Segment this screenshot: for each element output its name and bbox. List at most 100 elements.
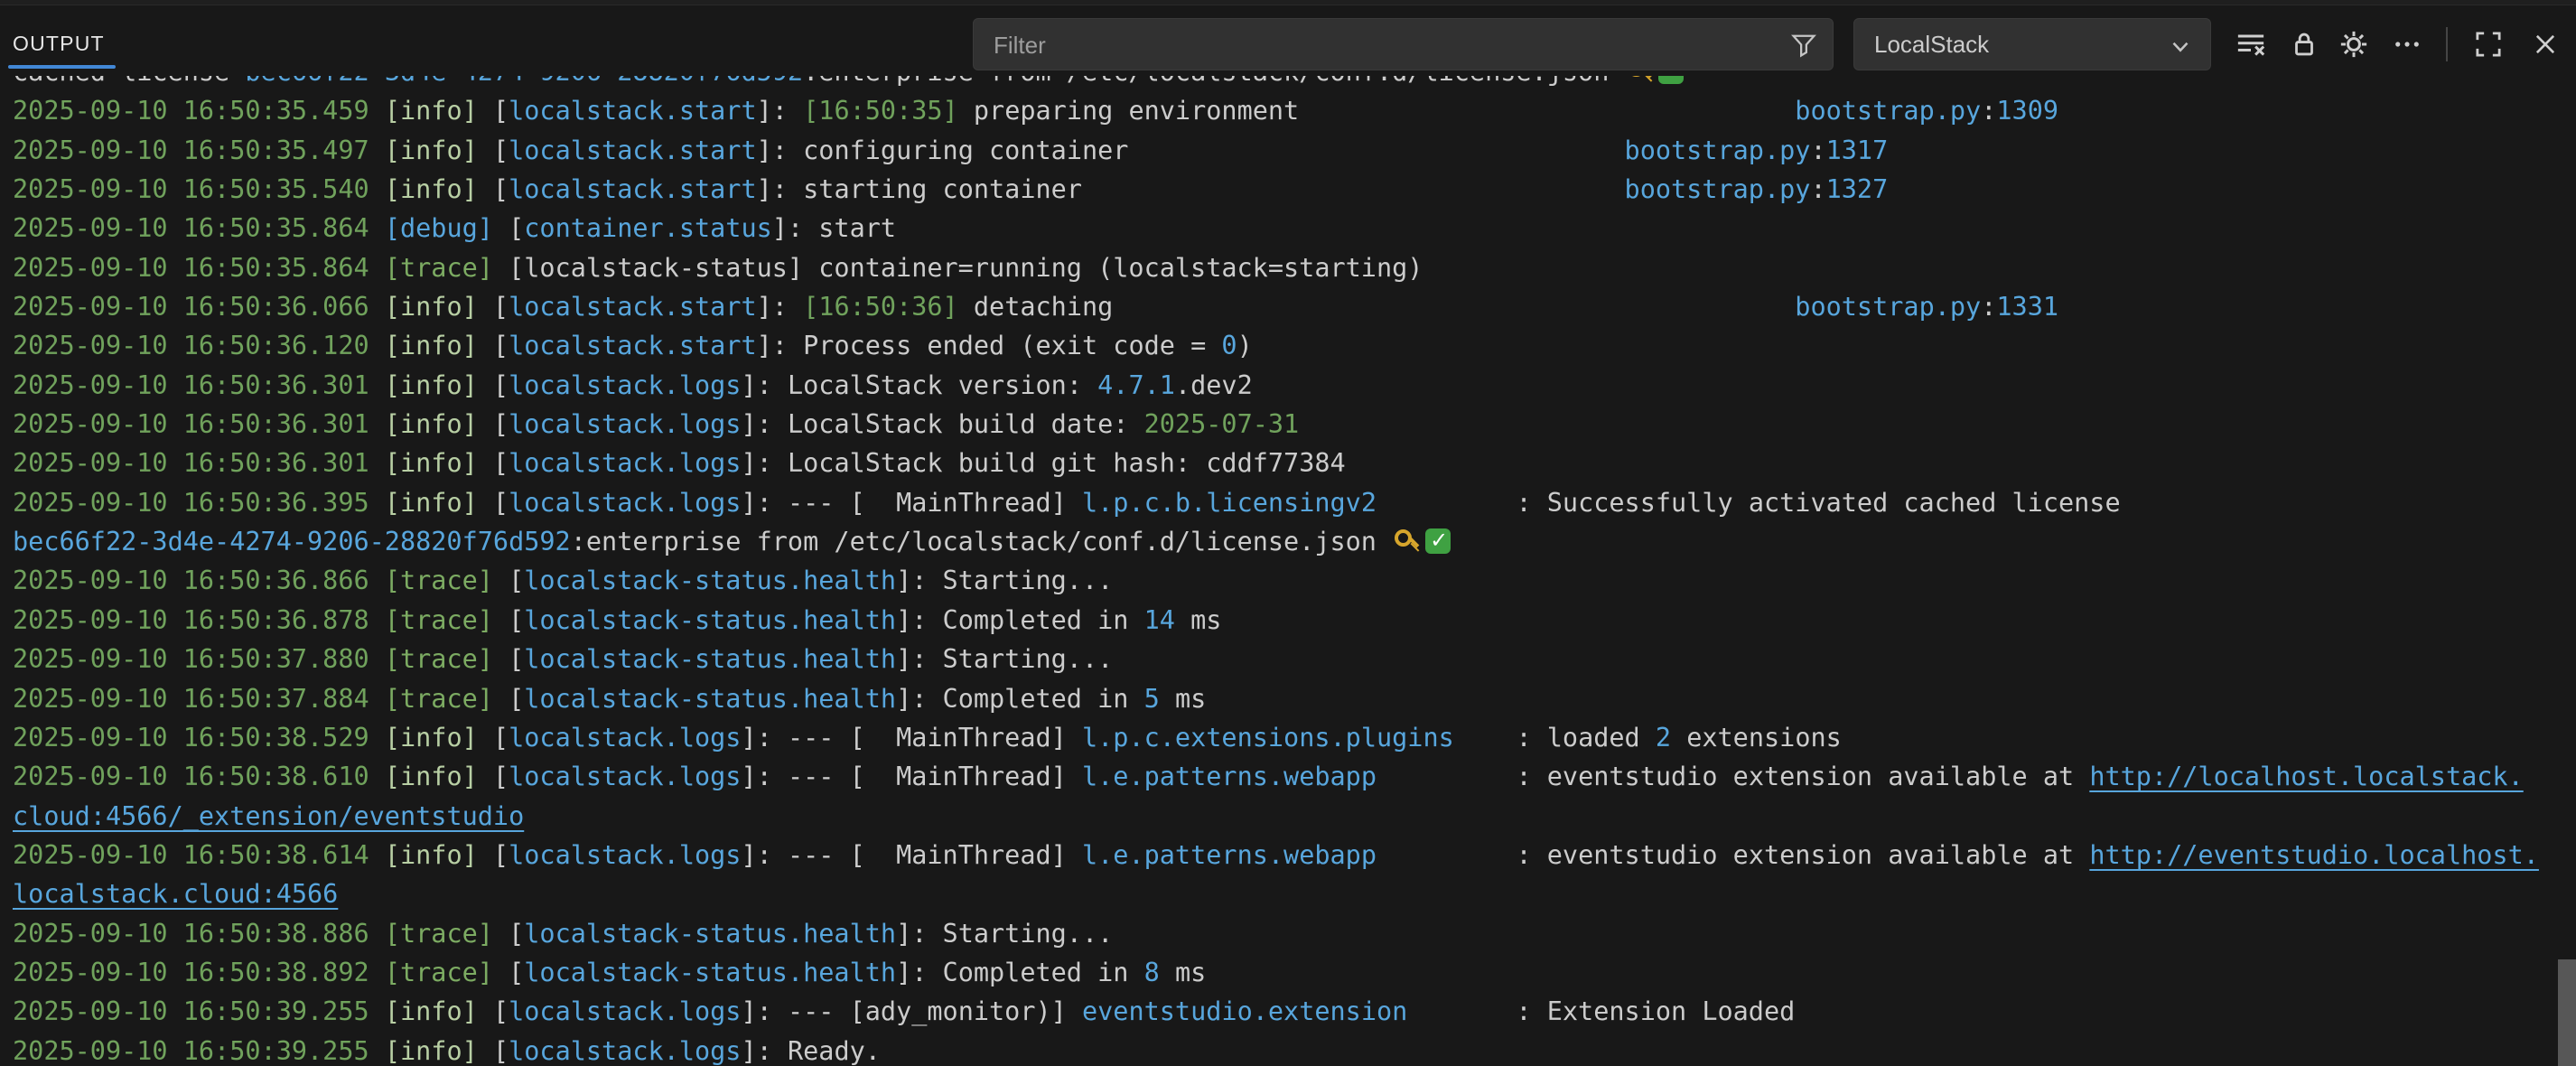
log-text: 2025-09-10 16:50:39.255 (13, 996, 385, 1026)
log-text: ]: (757, 96, 803, 126)
log-link[interactable]: http://eventstudio.localhost. (2089, 840, 2539, 870)
log-text: 2025-09-10 16:50:39.255 (13, 1036, 385, 1066)
maximize-panel-button[interactable] (2469, 24, 2508, 64)
log-link[interactable]: cloud:4566/_extension/eventstudio (13, 801, 524, 831)
log-text: ]: Starting... (896, 644, 1113, 674)
column-pad (1113, 292, 1795, 322)
log-text: 2025-07-31 (1144, 409, 1300, 439)
log-line: 2025-09-10 16:50:35.864 [trace] [localst… (13, 248, 2576, 287)
log-text: [info] (385, 762, 493, 791)
log-text: LocalStack build date: (788, 409, 1144, 439)
log-text: [info] (385, 96, 493, 126)
log-text: localstack.start (509, 174, 757, 204)
maximize-icon (2473, 29, 2504, 60)
log-line: 2025-09-10 16:50:37.884 [trace] [localst… (13, 679, 2576, 718)
panel-top-border (0, 0, 2576, 5)
channel-selected-value: LocalStack (1874, 31, 1989, 59)
log-line: 2025-09-10 16:50:38.529 [info] [localsta… (13, 718, 2576, 757)
log-text: 2025-09-10 16:50:35.497 (13, 136, 385, 165)
log-text: [info] (385, 1036, 493, 1066)
log-text: [ (493, 331, 509, 360)
log-line: 2025-09-10 16:50:35.497 [info] [localsta… (13, 131, 2576, 170)
log-line: 2025-09-10 16:50:38.892 [trace] [localst… (13, 953, 2576, 992)
log-text: localstack-status.health (524, 605, 896, 635)
log-text: [trace] (385, 684, 493, 714)
log-text: [16:50:36] (803, 292, 958, 322)
log-text: ]: Completed in (896, 605, 1144, 635)
log-text: [info] (385, 488, 493, 518)
log-line: 2025-09-10 16:50:38.886 [trace] [localst… (13, 914, 2576, 953)
log-text: [info] (385, 723, 493, 753)
lock-auto-scroll-button[interactable] (2284, 24, 2324, 64)
column-pad (1128, 136, 1624, 165)
column-pad (1299, 96, 1795, 126)
log-line: 2025-09-10 16:50:36.395 [info] [localsta… (13, 483, 2576, 522)
log-text: [ (493, 566, 524, 595)
log-text: localstack.logs (509, 409, 741, 439)
log-line: 2025-09-10 16:50:35.540 [info] [localsta… (13, 170, 2576, 209)
log-text: [ (493, 919, 524, 949)
log-text: ms (1160, 684, 1206, 714)
vertical-scrollbar-thumb[interactable] (2558, 959, 2576, 1066)
log-text: localstack.logs (509, 840, 741, 870)
log-link[interactable]: http://localhost.localstack. (2089, 762, 2523, 791)
log-line: bec66f22-3d4e-4274-9206-28820f76d592:ent… (13, 522, 2576, 561)
log-line: 2025-09-10 16:50:39.255 [info] [localsta… (13, 992, 2576, 1031)
log-text: 2025-09-10 16:50:36.395 (13, 488, 385, 518)
log-text: --- [ MainThread] (788, 723, 1082, 753)
log-text: : loaded (1516, 723, 1655, 753)
log-text: [ (493, 840, 509, 870)
tab-active-underline (8, 65, 116, 69)
log-text: 2025-09-10 16:50:35.540 (13, 174, 385, 204)
log-text: LocalStack version: (788, 370, 1097, 400)
log-text: : (1810, 174, 1825, 204)
log-line: 2025-09-10 16:50:36.301 [info] [localsta… (13, 444, 2576, 482)
log-text: 5 (1144, 684, 1160, 714)
log-text: 2025-09-10 16:50:35.864 (13, 253, 385, 283)
log-line: 2025-09-10 16:50:37.880 [trace] [localst… (13, 640, 2576, 678)
log-line: cloud:4566/_extension/eventstudio (13, 797, 2576, 836)
log-text: configuring container (803, 136, 1128, 165)
column-pad (1407, 996, 1516, 1026)
log-text: bootstrap.py (1625, 174, 1811, 204)
log-text: ]: Completed in (896, 958, 1144, 987)
log-text: localstack.logs (509, 996, 741, 1026)
log-text: Process ended (exit code = (803, 331, 1221, 360)
log-text: ]: Starting... (896, 919, 1113, 949)
log-text: 2025-09-10 16:50:35.459 (13, 96, 385, 126)
log-line: 2025-09-10 16:50:38.614 [info] [localsta… (13, 836, 2576, 874)
log-text: 2025-09-10 16:50:38.892 (13, 958, 385, 987)
close-panel-button[interactable] (2525, 24, 2565, 64)
log-text: [ (493, 448, 509, 478)
log-text: 8 (1144, 958, 1160, 987)
clear-output-button[interactable] (2231, 24, 2271, 64)
log-text: ]: start (772, 213, 896, 243)
settings-button[interactable] (2334, 24, 2374, 64)
log-text: [ (493, 723, 509, 753)
column-pad (1454, 723, 1517, 753)
log-text: 2025-09-10 16:50:38.529 (13, 723, 385, 753)
log-text: ms (1175, 605, 1221, 635)
log-text: 2025-09-10 16:50:36.301 (13, 409, 385, 439)
log-text: --- [ady_monitor)] (788, 996, 1082, 1026)
log-text: [ (493, 213, 524, 243)
log-text: [info] (385, 174, 493, 204)
gear-icon (2338, 28, 2370, 61)
more-actions-button[interactable] (2387, 24, 2427, 64)
channel-select[interactable]: LocalStack (1853, 18, 2211, 70)
log-text: ]: (757, 136, 803, 165)
log-text: 2 (1656, 723, 1671, 753)
log-text: 1327 (1826, 174, 1889, 204)
output-panel: cached license bec66f22-3d4e-4274-9206-2… (0, 0, 2576, 1066)
log-text: [ (493, 605, 524, 635)
log-text: bootstrap.py (1795, 96, 1981, 126)
check-emoji-icon (1425, 528, 1451, 554)
log-text: 1309 (1996, 96, 2058, 126)
log-text: ]: (757, 292, 803, 322)
tab-output[interactable]: OUTPUT (8, 27, 118, 69)
log-text: ]: Completed in (896, 684, 1144, 714)
column-pad (1377, 488, 1516, 518)
log-link[interactable]: localstack.cloud:4566 (13, 879, 338, 909)
filter-input[interactable]: Filter (973, 18, 1834, 70)
log-text: localstack.logs (509, 488, 741, 518)
